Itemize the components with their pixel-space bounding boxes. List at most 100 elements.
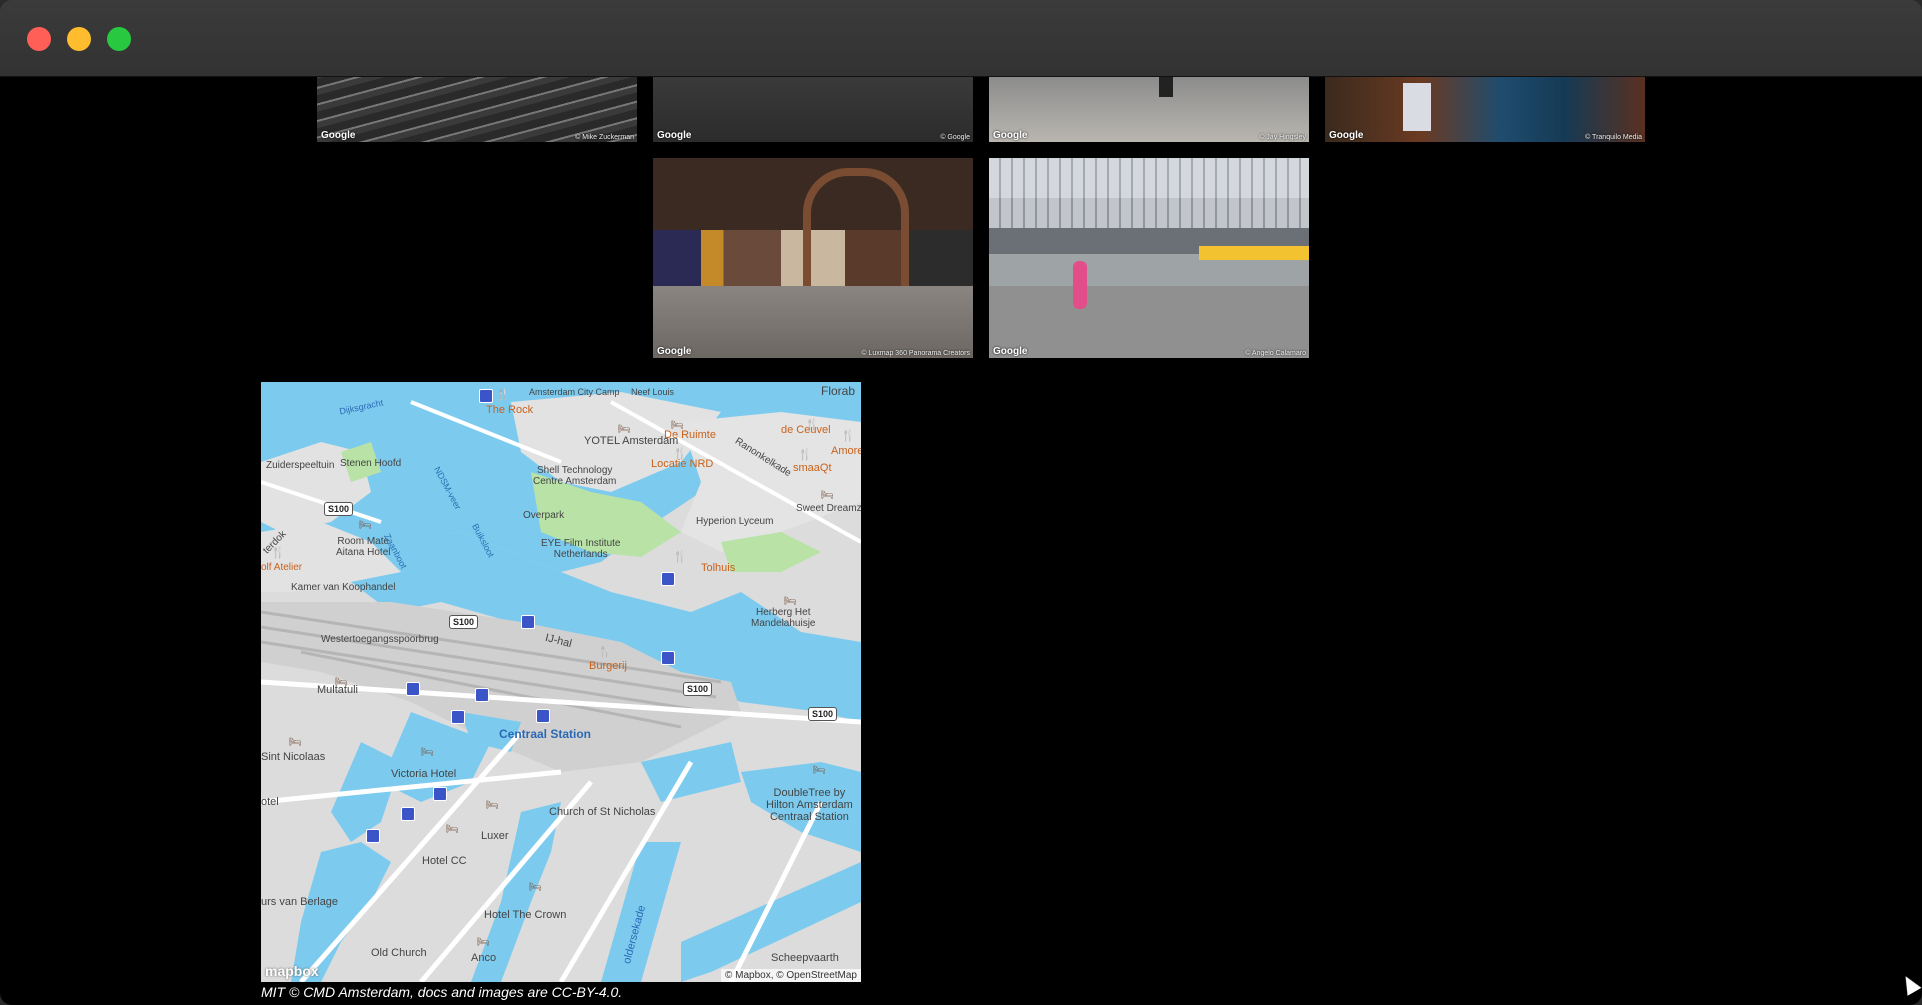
map-label: Anco	[471, 952, 497, 964]
map-label: Victoria Hotel	[391, 768, 457, 780]
route-shield: S100	[683, 682, 713, 696]
google-watermark: Google	[993, 130, 1028, 141]
map-label: The Rock	[486, 404, 534, 416]
map-label: smaaQt	[793, 462, 832, 474]
map-label: Sweet Dreamz	[796, 503, 861, 514]
google-watermark: Google	[1329, 130, 1364, 141]
photo-credit: © Luxmap 360 Panorama Creators	[861, 350, 970, 357]
map-label: Kamer van Koophandel	[291, 582, 396, 593]
map-label: De Ruimte	[664, 429, 716, 441]
map-label: Amsterdam City Camp	[529, 387, 620, 397]
map-label: Overpark	[523, 510, 565, 521]
photo-credit: © Jay Hingsley	[1259, 134, 1306, 141]
route-shield: S100	[449, 615, 479, 629]
map-label: EYE Film Institute Netherlands	[541, 538, 621, 560]
map-label: Hotel CC	[422, 855, 467, 867]
hotel-icon[interactable]: 🛏	[529, 882, 542, 894]
google-watermark: Google	[657, 130, 692, 141]
photo-credit: © Google	[940, 134, 970, 141]
map-label: Scheepvaarth	[771, 952, 839, 964]
restaurant-icon[interactable]: 🍴	[598, 646, 612, 658]
map-label: Stenen Hoofd	[340, 458, 402, 469]
route-shield: S100	[324, 502, 354, 516]
hotel-icon[interactable]: 🛏	[289, 737, 302, 749]
footer-text: MIT © CMD Amsterdam, docs and images are…	[261, 984, 623, 1000]
interior-object	[1403, 83, 1431, 131]
transit-icon[interactable]	[661, 651, 675, 665]
map-label: Centraal Station	[499, 727, 592, 741]
map-label: Burgerij	[589, 660, 627, 672]
streetview-thumbnail[interactable]: Google © Jay Hingsley	[989, 77, 1309, 142]
mapbox-logo[interactable]: mapbox	[265, 963, 319, 979]
map-view[interactable]: 🍴 🍴 🍴 🍴 🍴 🍴 🍴 🍴 🛏 🛏 🛏 🛏 🛏 🛏 🛏 🛏 🛏 🛏 🛏 🛏 …	[261, 382, 861, 982]
map-attribution[interactable]: © Mapbox, © OpenStreetMap	[720, 969, 861, 982]
google-watermark: Google	[321, 130, 356, 141]
transit-icon[interactable]	[401, 807, 415, 821]
transit-icon[interactable]	[521, 615, 535, 629]
map-label: Neef Louis	[631, 387, 675, 397]
map-label: Westertoegangsspoorbrug	[321, 634, 439, 645]
map-label: urs van Berlage	[261, 896, 339, 908]
streetview-thumbnail[interactable]: Google © Tranquilo Media	[1325, 77, 1645, 142]
zoom-button[interactable]	[107, 27, 131, 51]
transit-icon[interactable]	[479, 389, 493, 403]
restaurant-icon[interactable]: 🍴	[798, 449, 812, 461]
photo-credit: © Mike Zuckerman	[575, 134, 634, 141]
streetview-thumbnail[interactable]: Google © Luxmap 360 Panorama Creators	[653, 158, 973, 358]
close-button[interactable]	[27, 27, 51, 51]
transit-icon[interactable]	[661, 572, 675, 586]
photo-credit: © Angelo Calamaro	[1245, 350, 1306, 357]
map-label: Florab	[821, 384, 856, 398]
google-watermark: Google	[657, 346, 692, 357]
station-floor	[653, 286, 973, 358]
map-label: Multatuli	[317, 684, 358, 696]
hotel-icon[interactable]: 🛏	[421, 747, 434, 759]
transit-icon[interactable]	[433, 787, 447, 801]
map-label: Old Church	[371, 947, 427, 959]
map-label: Zuiderspeeltuin	[266, 460, 335, 471]
hotel-icon[interactable]: 🛏	[821, 490, 834, 502]
map-label: Amore	[831, 445, 861, 457]
hotel-icon[interactable]: 🛏	[446, 824, 459, 836]
platform-post	[1159, 77, 1173, 97]
transit-icon[interactable]	[451, 710, 465, 724]
hotel-icon[interactable]: 🛏	[477, 937, 490, 949]
transit-icon[interactable]	[406, 682, 420, 696]
map-label: Hotel The Crown	[484, 909, 567, 921]
google-watermark: Google	[993, 346, 1028, 357]
restaurant-icon[interactable]: 🍴	[496, 389, 510, 401]
transit-icon[interactable]	[475, 688, 489, 702]
map-label: Shell Technology Centre Amsterdam	[533, 465, 617, 487]
station-arch	[803, 168, 909, 286]
page-content: Google © Mike Zuckerman Google © Google …	[0, 77, 1922, 1005]
map-label: Room Mate Aitana Hotel	[336, 536, 391, 558]
transit-icon[interactable]	[536, 709, 550, 723]
photo-credit: © Tranquilo Media	[1585, 134, 1642, 141]
title-bar	[0, 0, 1922, 77]
map-label: Herberg Het Mandelahuisje	[751, 607, 816, 629]
map-label: Tolhuis	[701, 562, 736, 574]
map-label: olf Atelier	[261, 562, 303, 573]
restaurant-icon[interactable]: 🍴	[673, 551, 687, 563]
map-label: Church of St Nicholas	[549, 806, 656, 818]
hotel-icon[interactable]: 🛏	[359, 520, 372, 532]
station-roof	[989, 158, 1309, 228]
map-label: DoubleTree by Hilton Amsterdam Centraal …	[766, 787, 853, 823]
streetview-thumbnail[interactable]: Google © Mike Zuckerman	[317, 77, 637, 142]
map-label: de Ceuvel	[781, 424, 831, 436]
train	[1199, 246, 1309, 260]
app-window: Google © Mike Zuckerman Google © Google …	[0, 0, 1922, 1005]
person	[1073, 261, 1087, 309]
streetview-thumbnail[interactable]: Google © Angelo Calamaro	[989, 158, 1309, 358]
route-shield: S100	[808, 707, 838, 721]
restaurant-icon[interactable]: 🍴	[841, 430, 855, 442]
transit-icon[interactable]	[366, 829, 380, 843]
map-label: otel	[261, 796, 279, 808]
map-label: Hyperion Lyceum	[696, 516, 774, 527]
hotel-icon[interactable]: 🛏	[813, 765, 826, 777]
map-label: Sint Nicolaas	[261, 751, 326, 763]
hotel-icon[interactable]: 🛏	[486, 800, 499, 812]
minimize-button[interactable]	[67, 27, 91, 51]
map-label: Luxer	[481, 830, 509, 842]
streetview-thumbnail[interactable]: Google © Google	[653, 77, 973, 142]
